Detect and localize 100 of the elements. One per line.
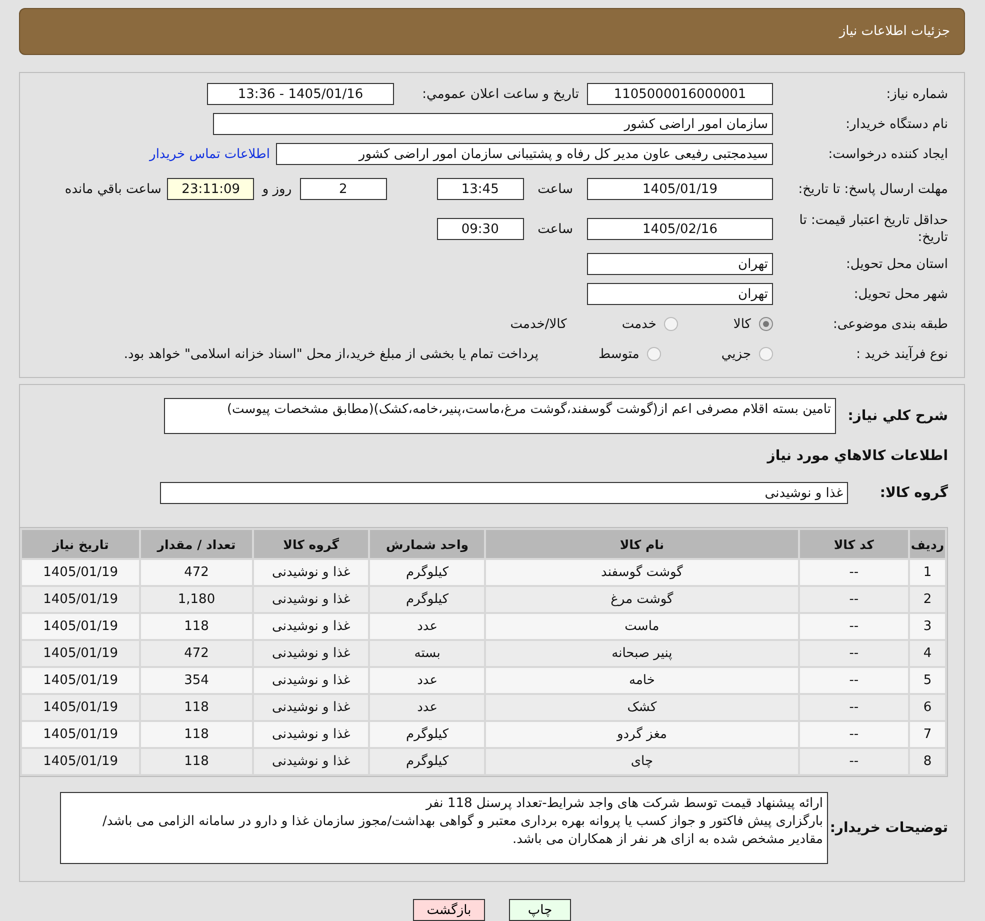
input-field: 1105000016000001 (587, 83, 773, 105)
table-cell: 118 (141, 722, 252, 747)
option-label: کالا (733, 316, 751, 332)
contact-link[interactable]: اطلاعات تماس خریدار (150, 146, 270, 162)
table-cell: -- (800, 749, 908, 774)
field-label: مهلت ارسال پاسخ: تا تاریخ: (797, 180, 948, 198)
table-cell: -- (800, 614, 908, 639)
column-header: واحد شمارش (370, 530, 484, 558)
table-cell: 3 (910, 614, 945, 639)
column-header: نام کالا (486, 530, 798, 558)
input-field: تهران (587, 253, 773, 275)
payment-note: پرداخت تمام یا بخشی از مبلغ خرید،از محل "اسناد خزانه اسلامی" خواهد بود. (124, 346, 538, 362)
input-field: 1405/02/16 (587, 218, 773, 240)
input-field: 2 (300, 178, 387, 200)
table-cell: کیلوگرم (370, 560, 484, 585)
table-cell: ماست (486, 614, 798, 639)
table-cell: گوشت مرغ (486, 587, 798, 612)
radio-button[interactable] (759, 347, 773, 361)
countdown-field: 23:11:09 (167, 178, 254, 200)
days-label: روز و (262, 182, 292, 196)
table-cell: گوشت گوسفند (486, 560, 798, 585)
table-cell: غذا و نوشیدنی (254, 614, 368, 639)
table-cell: 1405/01/19 (22, 668, 140, 693)
column-header: تاریخ نیاز (22, 530, 140, 558)
time-label: ساعت (538, 182, 573, 196)
table-cell: 118 (141, 695, 252, 720)
remaining-label: ساعت باقي مانده (64, 182, 162, 196)
field-label: طبقه بندی موضوعی: (832, 316, 948, 332)
table-cell: -- (800, 668, 908, 693)
table-cell: 1,180 (141, 587, 252, 612)
table-cell: غذا و نوشیدنی (254, 641, 368, 666)
field-label: گروه کالا: (878, 485, 948, 501)
table-cell: -- (800, 641, 908, 666)
field-label: استان محل تحویل: (845, 256, 948, 272)
field-label: حداقل تاریخ اعتبار قیمت: تا تاریخ: (798, 212, 948, 246)
table-cell: 472 (141, 641, 252, 666)
print-button[interactable]: چاپ (509, 899, 571, 921)
table-cell: غذا و نوشیدنی (254, 587, 368, 612)
table-cell: 1405/01/19 (22, 641, 140, 666)
radio-button[interactable] (647, 347, 662, 361)
table-cell: 118 (141, 614, 252, 639)
column-header: ردیف (910, 530, 945, 558)
table-cell: غذا و نوشیدنی (254, 749, 368, 774)
time-label: ساعت (538, 222, 573, 236)
field-label: ایجاد کننده درخواست: (827, 146, 948, 162)
field-label: شهر محل تحویل: (852, 286, 948, 302)
table-cell: 5 (910, 668, 945, 693)
option-label: کالا/خدمت (510, 316, 567, 332)
table-cell: 1405/01/19 (22, 695, 140, 720)
field-label: شرح کلي نياز: (846, 408, 948, 424)
summary-field[interactable]: تامین بسته اقلام مصرفی اعم از(گوشت گوسفند،گوشت مرغ،ماست،پنیر،خامه،کشک)(مطابق مشخصات پیوست) (164, 398, 836, 434)
table-cell: پنیر صبحانه (486, 641, 798, 666)
table-cell: غذا و نوشیدنی (254, 668, 368, 693)
input-field: 13:45 (436, 178, 524, 200)
table-cell: 1405/01/19 (22, 749, 140, 774)
input-field: سیدمجتبی رفیعی عاون مدیر کل رفاه و پشتیبانی سازمان امور اراضی کشور (276, 143, 773, 165)
column-header: کد کالا (800, 530, 908, 558)
table-cell: عدد (370, 695, 484, 720)
table-cell: 1 (910, 560, 945, 585)
table-cell: 1405/01/19 (22, 560, 140, 585)
radio-button[interactable] (759, 317, 773, 331)
table-cell: 8 (910, 749, 945, 774)
option-label: خدمت (622, 316, 656, 332)
table-cell: 2 (910, 587, 945, 612)
radio-button[interactable] (664, 317, 678, 331)
column-header: گروه کالا (254, 530, 368, 558)
table-cell: عدد (370, 614, 484, 639)
back-button[interactable]: بازگشت (413, 899, 485, 921)
section-heading: اطلاعات کالاهاي مورد نياز (767, 448, 948, 464)
field-label: نام دستگاه خریدار: (844, 116, 948, 132)
table-cell: -- (800, 587, 908, 612)
field-label: تاریخ و ساعت اعلان عمومي: (421, 86, 579, 102)
table-cell: 7 (910, 722, 945, 747)
field-label: شماره نیاز: (885, 86, 948, 102)
table-cell: -- (800, 695, 908, 720)
table-cell: غذا و نوشیدنی (254, 722, 368, 747)
option-label: جزيي (721, 346, 751, 362)
input-field: غذا و نوشیدنی (160, 482, 848, 504)
table-cell: کیلوگرم (370, 587, 484, 612)
table-cell: -- (800, 722, 908, 747)
table-cell: 4 (910, 641, 945, 666)
input-field: 1405/01/16 - 13:36 (207, 83, 394, 105)
table-cell: غذا و نوشیدنی (254, 695, 368, 720)
table-cell: -- (800, 560, 908, 585)
table-cell: کیلوگرم (370, 749, 484, 774)
table-cell: چای (486, 749, 798, 774)
table-cell: عدد (370, 668, 484, 693)
table-cell: 1405/01/19 (22, 722, 140, 747)
table-cell: غذا و نوشیدنی (254, 560, 368, 585)
table-cell: 472 (141, 560, 252, 585)
input-field: تهران (587, 283, 773, 305)
input-field: 1405/01/19 (587, 178, 773, 200)
notes-field[interactable]: ارائه پیشنهاد قیمت توسط شرکت های واجد شرایط-تعداد پرسنل 118 نفر بارگزاری پیش فاکتور و جواز کسب یا پروانه بهره برداری معتبر و گواهی بهداشت/مجوز سازمان غذا و دارو در سامانه الزامی می باشد/مقادیر مشخص شده به ازای هر نفر از همکاران می باشد. (60, 792, 828, 864)
table-cell: 354 (141, 668, 252, 693)
option-label: متوسط (598, 346, 640, 362)
table-cell: 118 (141, 749, 252, 774)
field-label: توضیحات خریدار: (828, 820, 948, 836)
input-field: 09:30 (436, 218, 524, 240)
table-cell: 6 (910, 695, 945, 720)
table-cell: 1405/01/19 (22, 587, 140, 612)
